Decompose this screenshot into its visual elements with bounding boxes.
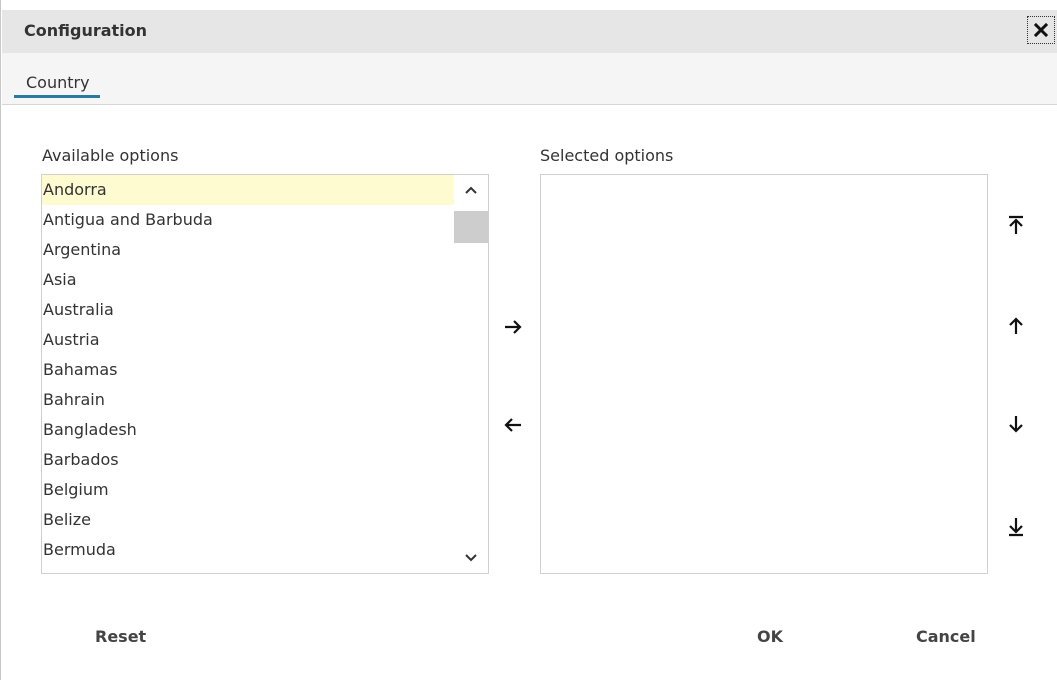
move-up-button[interactable] [1001, 311, 1031, 341]
arrow-to-bottom-icon [1009, 518, 1023, 537]
available-option-item[interactable]: Belgium [42, 475, 454, 505]
scroll-up-button[interactable] [454, 175, 488, 205]
move-down-button[interactable] [1001, 409, 1031, 439]
selected-options-list[interactable] [540, 174, 988, 574]
move-to-top-button[interactable] [1001, 210, 1031, 240]
available-option-item[interactable]: Antigua and Barbuda [42, 205, 454, 235]
arrow-down-icon [1009, 416, 1023, 433]
available-items-container: Andorra Antigua and Barbuda Argentina Asia A… [42, 175, 454, 565]
available-options-label: Available options [42, 146, 179, 165]
arrow-to-top-icon [1009, 215, 1023, 234]
chevron-down-icon [465, 554, 477, 562]
scroll-thumb[interactable] [454, 211, 488, 243]
available-list-scrollbar[interactable] [454, 175, 488, 573]
available-option-item[interactable]: Asia [42, 265, 454, 295]
arrow-right-icon [505, 320, 522, 334]
selected-options-label: Selected options [540, 146, 674, 165]
dialog-title: Configuration [24, 21, 148, 40]
add-to-selected-button[interactable] [498, 312, 528, 342]
tab-bar: Country [2, 53, 1057, 105]
available-option-item[interactable]: Australia [42, 295, 454, 325]
available-option-item[interactable]: Barbados [42, 445, 454, 475]
available-options-list[interactable]: Andorra Antigua and Barbuda Argentina Asia A… [41, 174, 489, 574]
remove-from-selected-button[interactable] [498, 410, 528, 440]
available-option-item[interactable]: Bahrain [42, 385, 454, 415]
configuration-dialog: Configuration Country Available options … [0, 0, 1057, 680]
scroll-down-button[interactable] [454, 543, 488, 573]
available-option-item[interactable]: Belize [42, 505, 454, 535]
chevron-up-icon [465, 186, 477, 194]
available-option-item[interactable]: Bahamas [42, 355, 454, 385]
close-button[interactable] [1027, 16, 1055, 44]
available-option-item[interactable]: Argentina [42, 235, 454, 265]
available-option-item[interactable]: Andorra [42, 175, 454, 205]
reset-button[interactable]: Reset [85, 621, 156, 652]
arrow-left-icon [504, 418, 521, 432]
tab-country[interactable]: Country [14, 73, 100, 98]
available-option-item[interactable]: Bermuda [42, 535, 454, 565]
available-option-item[interactable]: Austria [42, 325, 454, 355]
close-icon [1034, 23, 1048, 37]
move-to-bottom-button[interactable] [1001, 512, 1031, 542]
dialog-titlebar: Configuration [2, 10, 1057, 53]
cancel-button[interactable]: Cancel [906, 621, 986, 652]
arrow-up-icon [1009, 317, 1023, 334]
ok-button[interactable]: OK [747, 621, 793, 652]
available-option-item[interactable]: Bangladesh [42, 415, 454, 445]
